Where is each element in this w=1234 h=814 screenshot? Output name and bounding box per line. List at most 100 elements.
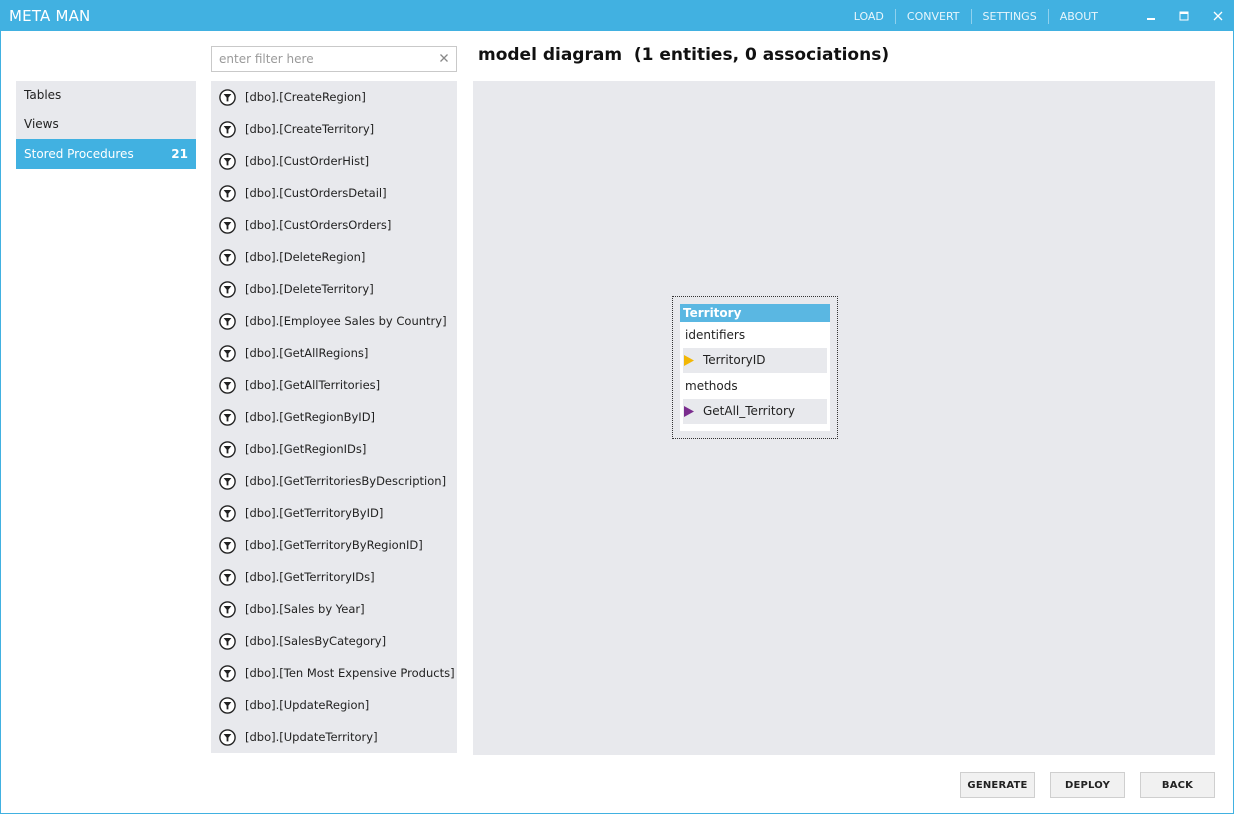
filter-funnel-icon — [219, 376, 236, 394]
filter-funnel-icon — [219, 152, 236, 170]
list-item[interactable]: [dbo].[DeleteTerritory] — [211, 273, 457, 305]
list-item[interactable]: [dbo].[GetAllTerritories] — [211, 369, 457, 401]
filter-funnel-icon — [219, 600, 236, 618]
menu-about[interactable]: ABOUT — [1049, 10, 1109, 23]
close-icon — [1213, 11, 1223, 21]
list-item[interactable]: [dbo].[Ten Most Expensive Products] — [211, 657, 457, 689]
filter-funnel-icon — [219, 216, 236, 234]
filter-funnel-icon — [219, 280, 236, 298]
filter-funnel-icon — [219, 632, 236, 650]
list-item[interactable]: [dbo].[CustOrdersDetail] — [211, 177, 457, 209]
deploy-button[interactable]: DEPLOY — [1050, 772, 1125, 798]
list-item-label: [dbo].[UpdateTerritory] — [245, 730, 378, 744]
filter-funnel-icon — [219, 312, 236, 330]
list-item-label: [dbo].[GetTerritoryByRegionID] — [245, 538, 423, 552]
list-item-label: [dbo].[GetAllTerritories] — [245, 378, 381, 392]
filter-funnel-icon — [219, 504, 236, 522]
list-item[interactable]: [dbo].[GetTerritoryByRegionID] — [211, 529, 457, 561]
list-item-label: [dbo].[GetTerritoriesByDescription] — [245, 474, 447, 488]
list-item-label: [dbo].[DeleteRegion] — [245, 250, 366, 264]
list-item[interactable]: [dbo].[SalesByCategory] — [211, 625, 457, 657]
nav-item-label: Tables — [24, 88, 62, 102]
list-item-label: [dbo].[GetRegionByID] — [245, 410, 376, 424]
entity-card[interactable]: Territory identifiers TerritoryID method… — [680, 304, 830, 431]
maximize-icon — [1179, 11, 1189, 21]
filter-box — [211, 46, 457, 72]
filter-input[interactable] — [212, 47, 422, 71]
list-item[interactable]: [dbo].[GetAllRegions] — [211, 337, 457, 369]
nav-item-views[interactable]: Views — [16, 110, 196, 139]
list-item-label: [dbo].[GetRegionIDs] — [245, 442, 367, 456]
diagram-title: model diagram (1 entities, 0 association… — [478, 45, 890, 65]
entity-selection-frame[interactable]: Territory identifiers TerritoryID method… — [672, 296, 838, 439]
generate-button[interactable]: GENERATE — [960, 772, 1035, 798]
list-item[interactable]: [dbo].[CustOrderHist] — [211, 145, 457, 177]
list-item-label: [dbo].[Sales by Year] — [245, 602, 365, 616]
list-item[interactable]: [dbo].[GetTerritoriesByDescription] — [211, 465, 457, 497]
list-item[interactable]: [dbo].[CustOrdersOrders] — [211, 209, 457, 241]
filter-funnel-icon — [219, 344, 236, 362]
list-item-label: [dbo].[Employee Sales by Country] — [245, 314, 447, 328]
count-badge: 21 — [171, 147, 188, 161]
filter-funnel-icon — [219, 696, 236, 714]
nav-item-stored-procedures[interactable]: Stored Procedures 21 — [16, 139, 196, 169]
close-window-button[interactable] — [1206, 6, 1230, 26]
filter-funnel-icon — [219, 664, 236, 682]
list-item[interactable]: [dbo].[UpdateRegion] — [211, 689, 457, 721]
list-item[interactable]: [dbo].[DeleteRegion] — [211, 241, 457, 273]
list-item-label: [dbo].[CustOrderHist] — [245, 154, 370, 168]
method-row[interactable]: GetAll_Territory — [683, 399, 827, 424]
filter-funnel-icon — [219, 536, 236, 554]
identifier-name: TerritoryID — [703, 353, 766, 367]
list-item-label: [dbo].[UpdateRegion] — [245, 698, 370, 712]
filter-funnel-icon — [219, 408, 236, 426]
method-marker-icon — [684, 406, 694, 417]
method-name: GetAll_Territory — [703, 404, 796, 418]
minimize-button[interactable] — [1139, 6, 1163, 26]
filter-funnel-icon — [219, 248, 236, 266]
list-item-label: [dbo].[GetAllRegions] — [245, 346, 369, 360]
list-item[interactable]: [dbo].[GetTerritoryByID] — [211, 497, 457, 529]
filter-funnel-icon — [219, 120, 236, 138]
list-item-label: [dbo].[CreateTerritory] — [245, 122, 375, 136]
menu-settings[interactable]: SETTINGS — [972, 10, 1048, 23]
list-item-label: [dbo].[GetTerritoryByID] — [245, 506, 384, 520]
close-icon[interactable] — [438, 52, 450, 64]
list-item-label: [dbo].[Ten Most Expensive Products] — [245, 666, 455, 680]
top-menu: LOAD CONVERT SETTINGS ABOUT — [843, 9, 1109, 24]
list-item[interactable]: [dbo].[CreateTerritory] — [211, 113, 457, 145]
list-item[interactable]: [dbo].[Sales by Year] — [211, 593, 457, 625]
diagram-canvas[interactable]: Territory identifiers TerritoryID method… — [473, 81, 1215, 755]
list-item[interactable]: [dbo].[GetRegionByID] — [211, 401, 457, 433]
filter-funnel-icon — [219, 728, 236, 746]
menu-convert[interactable]: CONVERT — [896, 10, 971, 23]
list-item[interactable]: [dbo].[UpdateTerritory] — [211, 721, 457, 753]
filter-funnel-icon — [219, 88, 236, 106]
identifier-row[interactable]: TerritoryID — [683, 348, 827, 373]
filter-funnel-icon — [219, 184, 236, 202]
list-item-label: [dbo].[GetTerritoryIDs] — [245, 570, 375, 584]
list-item-label: [dbo].[CustOrdersOrders] — [245, 218, 392, 232]
list-item-label: [dbo].[DeleteTerritory] — [245, 282, 374, 296]
minimize-icon — [1147, 18, 1155, 20]
nav-item-tables[interactable]: Tables — [16, 81, 196, 110]
object-type-nav: Tables Views Stored Procedures 21 — [16, 81, 196, 169]
menu-load[interactable]: LOAD — [843, 10, 895, 23]
title-bar: META MAN LOAD CONVERT SETTINGS ABOUT — [1, 1, 1233, 31]
nav-item-label: Stored Procedures — [24, 147, 134, 161]
app-title: META MAN — [9, 7, 91, 25]
maximize-button[interactable] — [1172, 6, 1196, 26]
stored-procedure-list: [dbo].[CreateRegion] [dbo].[CreateTerrito… — [211, 81, 457, 753]
back-button[interactable]: BACK — [1140, 772, 1215, 798]
key-marker-icon — [684, 355, 694, 366]
list-item[interactable]: [dbo].[Employee Sales by Country] — [211, 305, 457, 337]
list-item-label: [dbo].[CreateRegion] — [245, 90, 366, 104]
list-item[interactable]: [dbo].[GetTerritoryIDs] — [211, 561, 457, 593]
methods-heading: methods — [685, 379, 738, 393]
filter-funnel-icon — [219, 568, 236, 586]
list-item-label: [dbo].[SalesByCategory] — [245, 634, 387, 648]
list-item[interactable]: [dbo].[GetRegionIDs] — [211, 433, 457, 465]
entity-name[interactable]: Territory — [680, 304, 830, 322]
list-item[interactable]: [dbo].[CreateRegion] — [211, 81, 457, 113]
filter-funnel-icon — [219, 472, 236, 490]
